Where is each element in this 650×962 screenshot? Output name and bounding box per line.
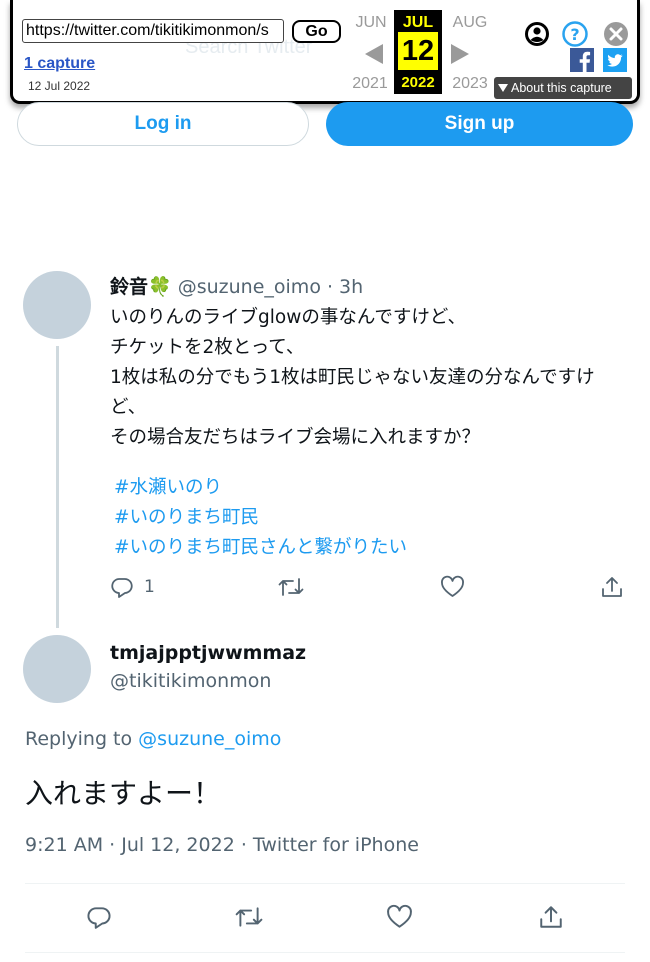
facebook-share-icon[interactable] <box>570 48 594 76</box>
share-button[interactable] <box>600 575 624 599</box>
tweet-header: 鈴音🍀 @suzune_oimo · 3h <box>110 272 363 299</box>
user-account-icon[interactable] <box>524 21 550 51</box>
wayback-go-button[interactable]: Go <box>292 20 341 43</box>
wayback-url-input[interactable]: https://twitter.com/tikitikimonmon/s <box>22 19 284 43</box>
about-capture-label: About this capture <box>511 81 612 95</box>
reply-count: 1 <box>144 577 155 597</box>
replying-to-link[interactable]: @suzune_oimo <box>138 728 281 750</box>
reply-button[interactable]: 1 <box>110 575 155 599</box>
svg-text:?: ? <box>570 25 579 44</box>
tweet-text: 入れますよー！ <box>25 777 222 810</box>
wayback-captures-link[interactable]: 1 capture <box>24 55 95 73</box>
hashtag-link[interactable]: #水瀬いのり <box>114 473 407 503</box>
heart-icon <box>441 575 464 597</box>
wayback-prev-year[interactable]: 2021 <box>346 75 394 93</box>
wayback-current-year: 2022 <box>401 74 435 91</box>
login-button[interactable]: Log in <box>17 102 309 146</box>
tweet-line: いのりんのライブglowの事なんですけど、 <box>110 307 466 328</box>
share-icon <box>602 577 622 597</box>
wayback-current-date: JUL 12 2022 <box>394 10 442 94</box>
wayback-next-year[interactable]: 2023 <box>446 75 494 93</box>
tweet-text: いのりんのライブglowの事なんですけど、 チケットを2枚とって、 1枚は私の分… <box>110 303 630 453</box>
like-button[interactable] <box>386 904 413 930</box>
wayback-current-month: JUL <box>402 14 434 31</box>
tweet-line: その場合友だちはライブ会場に入れますか？ <box>110 427 481 448</box>
help-icon[interactable]: ? <box>562 21 588 51</box>
retweet-button[interactable] <box>235 904 263 930</box>
retweet-button[interactable] <box>278 575 304 599</box>
divider <box>25 952 625 953</box>
author-name[interactable]: 鈴音🍀 <box>110 276 172 298</box>
wayback-next-month[interactable]: AUG <box>447 14 493 32</box>
tweet-line: チケットを2枚とって、 <box>110 337 305 358</box>
tweet-meta[interactable]: 9:21 AM · Jul 12, 2022 · Twitter for iPh… <box>25 834 419 856</box>
wayback-next-arrow-icon[interactable] <box>449 42 471 70</box>
thread-line <box>56 346 59 628</box>
author-handle-time[interactable]: @suzune_oimo · 3h <box>178 276 363 298</box>
wayback-capture-date: 12 Jul 2022 <box>28 79 91 93</box>
twitter-share-icon[interactable] <box>603 48 627 76</box>
hashtag-link[interactable]: #いのりまち町民 <box>114 503 407 533</box>
reply-button[interactable] <box>86 904 112 930</box>
author-handle[interactable]: @tikitikimonmon <box>110 670 271 692</box>
hashtag-list: #水瀬いのり #いのりまち町民 #いのりまち町民さんと繋がりたい <box>114 473 407 563</box>
avatar[interactable] <box>23 271 91 339</box>
avatar[interactable] <box>23 635 91 703</box>
replying-to: Replying to @suzune_oimo <box>25 728 281 750</box>
tweet-line: ど、 <box>110 397 147 418</box>
dropdown-triangle-icon <box>498 84 508 92</box>
share-icon <box>540 906 562 928</box>
reply-icon <box>111 578 133 598</box>
author-name[interactable]: tmjajpptjwwmmaz <box>110 642 306 664</box>
wayback-current-day: 12 <box>398 32 438 70</box>
tweet-line: 1枚は私の分でもう1枚は町民じゃない友達の分なんですけ <box>110 367 595 388</box>
signup-button[interactable]: Sign up <box>326 102 633 146</box>
retweet-icon <box>278 578 304 596</box>
wayback-toolbar: Search Twitter https://twitter.com/tikit… <box>10 0 640 104</box>
retweet-icon <box>235 907 263 927</box>
replying-prefix: Replying to <box>25 728 133 750</box>
divider <box>25 883 625 884</box>
share-button[interactable] <box>538 904 564 930</box>
wayback-prev-arrow-icon[interactable] <box>363 42 385 70</box>
wayback-prev-month[interactable]: JUN <box>351 14 391 32</box>
hashtag-link[interactable]: #いのりまち町民さんと繋がりたい <box>114 533 407 563</box>
like-button[interactable] <box>440 575 465 599</box>
close-icon[interactable] <box>603 21 629 51</box>
about-capture-button[interactable]: About this capture <box>494 77 632 99</box>
heart-icon <box>387 904 412 928</box>
reply-icon <box>87 907 111 929</box>
